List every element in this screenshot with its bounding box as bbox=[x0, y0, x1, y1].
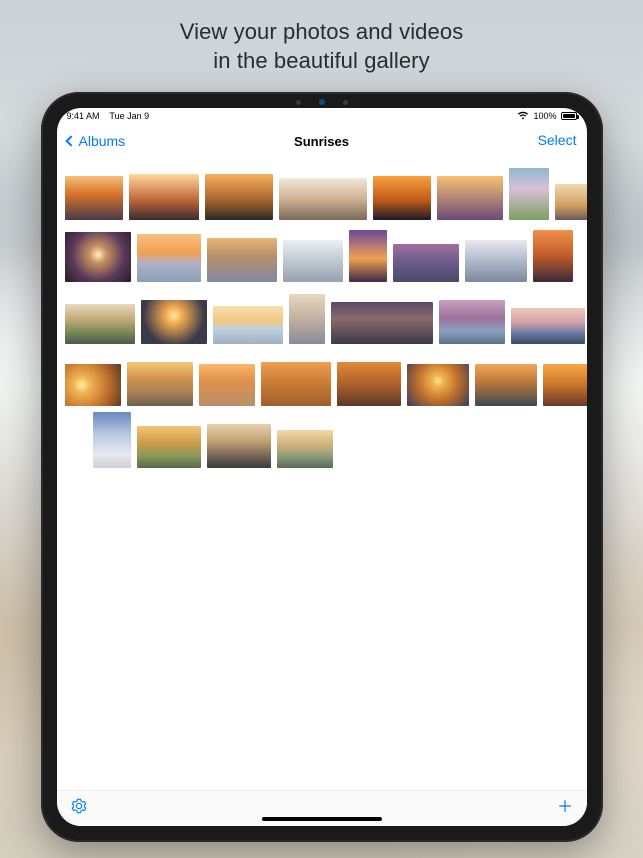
photo-thumbnail[interactable] bbox=[207, 238, 277, 282]
photo-thumbnail[interactable] bbox=[199, 364, 255, 406]
screen: 9:41 AM Tue Jan 9 100% Albums Sunrises bbox=[57, 108, 587, 826]
status-time: 9:41 AM bbox=[67, 111, 100, 121]
battery-pct: 100% bbox=[533, 111, 556, 121]
gallery-row bbox=[65, 288, 579, 344]
photo-thumbnail[interactable] bbox=[261, 362, 331, 406]
photo-gallery[interactable] bbox=[57, 158, 587, 790]
photo-thumbnail[interactable] bbox=[407, 364, 469, 406]
photo-thumbnail[interactable] bbox=[509, 168, 549, 220]
photo-thumbnail[interactable] bbox=[137, 234, 201, 282]
photo-thumbnail[interactable] bbox=[127, 362, 193, 406]
photo-thumbnail[interactable] bbox=[465, 240, 527, 282]
navigation-bar: Albums Sunrises Select bbox=[57, 124, 587, 158]
photo-thumbnail[interactable] bbox=[437, 176, 503, 220]
plus-icon bbox=[557, 798, 573, 814]
photo-thumbnail[interactable] bbox=[207, 424, 271, 468]
photo-thumbnail[interactable] bbox=[65, 364, 121, 406]
photo-thumbnail[interactable] bbox=[533, 230, 573, 282]
select-button[interactable]: Select bbox=[538, 132, 577, 148]
headline-line1: View your photos and videos bbox=[0, 18, 643, 47]
headline-line2: in the beautiful gallery bbox=[0, 47, 643, 76]
battery-icon bbox=[561, 112, 577, 120]
page-title: Sunrises bbox=[294, 134, 349, 149]
photo-thumbnail[interactable] bbox=[393, 244, 459, 282]
photo-thumbnail[interactable] bbox=[475, 364, 537, 406]
back-label: Albums bbox=[79, 133, 126, 149]
chevron-left-icon bbox=[65, 135, 76, 146]
photo-thumbnail[interactable] bbox=[511, 308, 585, 344]
photo-thumbnail[interactable] bbox=[283, 240, 343, 282]
photo-thumbnail[interactable] bbox=[141, 300, 207, 344]
status-bar: 9:41 AM Tue Jan 9 100% bbox=[57, 108, 587, 124]
photo-thumbnail[interactable] bbox=[65, 304, 135, 344]
back-button[interactable]: Albums bbox=[67, 133, 126, 149]
photo-thumbnail[interactable] bbox=[65, 232, 131, 282]
photo-thumbnail[interactable] bbox=[331, 302, 433, 344]
settings-button[interactable] bbox=[71, 798, 87, 819]
photo-thumbnail[interactable] bbox=[93, 412, 131, 468]
photo-thumbnail[interactable] bbox=[439, 300, 505, 344]
photo-thumbnail[interactable] bbox=[555, 184, 587, 220]
gallery-row bbox=[65, 412, 579, 468]
photo-thumbnail[interactable] bbox=[205, 174, 273, 220]
gallery-row bbox=[65, 350, 579, 406]
device-sensors bbox=[296, 99, 348, 105]
status-date: Tue Jan 9 bbox=[109, 111, 149, 121]
marketing-headline: View your photos and videos in the beaut… bbox=[0, 18, 643, 75]
gallery-row bbox=[65, 226, 579, 282]
home-indicator[interactable] bbox=[262, 817, 382, 821]
photo-thumbnail[interactable] bbox=[65, 176, 123, 220]
wifi-icon bbox=[517, 111, 529, 122]
gallery-row bbox=[65, 164, 579, 220]
photo-thumbnail[interactable] bbox=[373, 176, 431, 220]
photo-thumbnail[interactable] bbox=[277, 430, 333, 468]
photo-thumbnail[interactable] bbox=[289, 294, 325, 344]
photo-thumbnail[interactable] bbox=[279, 178, 367, 220]
photo-thumbnail[interactable] bbox=[213, 306, 283, 344]
photo-thumbnail[interactable] bbox=[543, 364, 587, 406]
photo-thumbnail[interactable] bbox=[337, 362, 401, 406]
photo-thumbnail[interactable] bbox=[349, 230, 387, 282]
add-button[interactable] bbox=[557, 798, 573, 819]
photo-thumbnail[interactable] bbox=[129, 174, 199, 220]
photo-thumbnail[interactable] bbox=[137, 426, 201, 468]
gear-icon bbox=[71, 798, 87, 814]
ipad-frame: 9:41 AM Tue Jan 9 100% Albums Sunrises bbox=[41, 92, 603, 842]
